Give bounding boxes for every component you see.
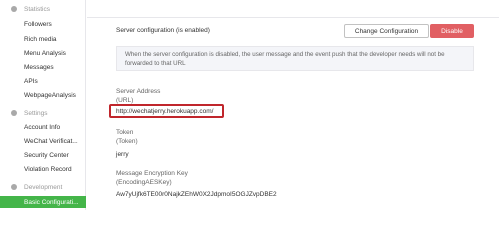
section-development: Development [0, 182, 86, 192]
sidebar-item-label: Account Info [24, 123, 61, 131]
sidebar-item-basic-configuration[interactable]: Basic Configurati... [0, 196, 86, 208]
sidebar-item-account-info[interactable]: Account Info [0, 122, 86, 132]
change-configuration-button[interactable]: Change Configuration [344, 24, 429, 38]
sidebar-item-label: APIs [24, 77, 38, 85]
server-address-sublabel: (URL) [116, 97, 134, 104]
notice-box: When the server configuration is disable… [116, 46, 474, 71]
sidebar-item-label: Rich media [24, 35, 57, 43]
sidebar: Statistics Followers Rich media Menu Ana… [0, 0, 86, 210]
section-settings: Settings [0, 108, 86, 118]
encryption-key-value: Aw7yUjfk6TE00r0NajkZEhW0X2JdpmoI5OGJZvpD… [116, 191, 277, 198]
disable-button[interactable]: Disable [430, 24, 474, 38]
token-value: jerry [116, 151, 129, 158]
sidebar-item-webpage-analysis[interactable]: WebpageAnalysis [0, 90, 86, 100]
settings-icon [11, 110, 17, 116]
sidebar-item-label: Security Center [24, 151, 69, 159]
sidebar-item-label: WebpageAnalysis [24, 91, 76, 99]
server-config-title: Server configuration (is enabled) [116, 27, 210, 34]
section-title: Development [24, 183, 63, 191]
sidebar-item-label: Menu Analysis [24, 49, 66, 57]
token-sublabel: (Token) [116, 138, 138, 145]
sidebar-item-menu-analysis[interactable]: Menu Analysis [0, 48, 86, 58]
section-statistics: Statistics [0, 4, 86, 14]
section-title: Statistics [24, 5, 51, 13]
sidebar-item-apis[interactable]: APIs [0, 76, 86, 86]
sidebar-item-label: Violation Record [24, 165, 72, 173]
sidebar-item-messages[interactable]: Messages [0, 62, 86, 72]
sidebar-item-security-center[interactable]: Security Center [0, 150, 86, 160]
development-icon [11, 184, 17, 190]
sidebar-item-label: Followers [24, 20, 52, 28]
sidebar-item-label: WeChat Verificat... [24, 137, 78, 145]
sidebar-item-followers[interactable]: Followers [0, 19, 86, 29]
sidebar-item-label: Messages [24, 63, 54, 71]
statistics-icon [11, 6, 17, 12]
token-label: Token [116, 129, 134, 136]
encryption-key-label: Message Encryption Key [116, 170, 188, 177]
main-content: Server configuration (is enabled) Change… [87, 0, 499, 210]
encryption-key-sublabel: (EncodingAESKey) [116, 179, 172, 186]
sidebar-item-violation-record[interactable]: Violation Record [0, 164, 86, 174]
section-title: Settings [24, 109, 48, 117]
server-address-value: http://wechatjerry.herokuapp.com/ [116, 108, 214, 115]
server-address-label: Server Address [116, 88, 161, 95]
sidebar-item-label: Basic Configurati... [24, 198, 79, 206]
sidebar-item-rich-media[interactable]: Rich media [0, 34, 86, 44]
divider [87, 17, 499, 18]
sidebar-item-wechat-verification[interactable]: WeChat Verificat... [0, 136, 86, 146]
